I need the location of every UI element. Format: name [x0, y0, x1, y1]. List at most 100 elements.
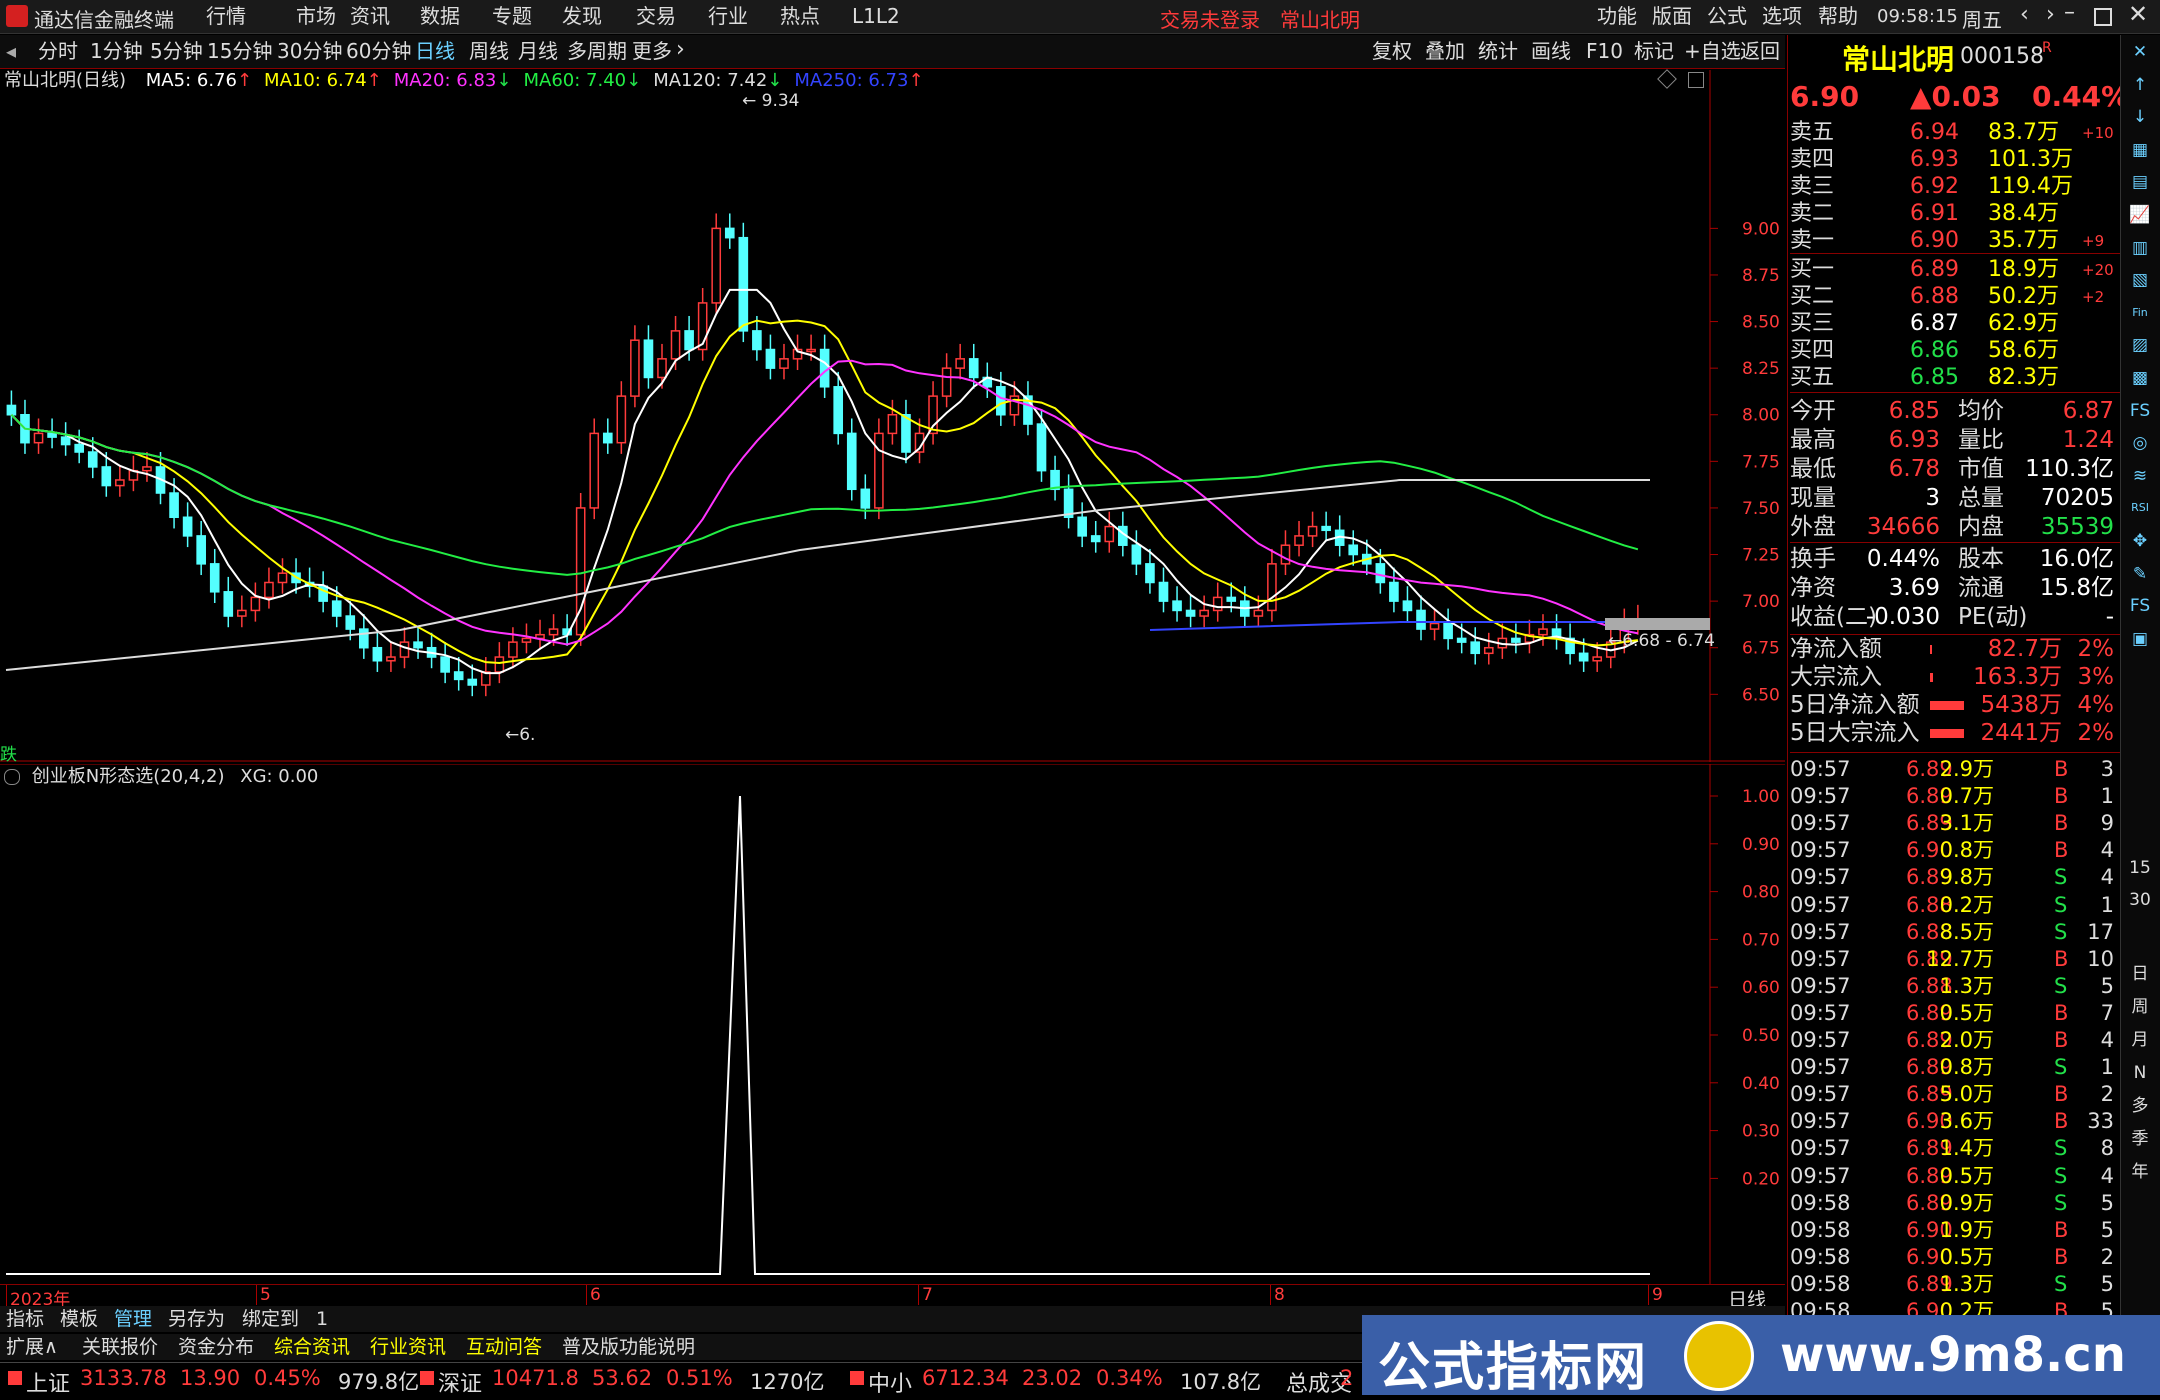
menu-6[interactable]: 交易: [636, 4, 676, 28]
bid-row-1[interactable]: 买二 6.88 50.2万 +2: [1790, 284, 2120, 310]
tick-time: 09:57: [1790, 919, 1851, 944]
right-menu-0[interactable]: 功能: [1597, 4, 1637, 28]
bid-row-2[interactable]: 买三 6.87 62.9万: [1790, 311, 2120, 337]
info-tab-0[interactable]: 扩展∧: [6, 1334, 58, 1360]
period-tab-7[interactable]: 周线: [469, 35, 509, 68]
period-tab-9[interactable]: 多周期: [567, 35, 627, 68]
info-tab-5[interactable]: 互动问答: [466, 1334, 542, 1360]
menu-1[interactable]: 市场: [296, 4, 336, 28]
index-name-2[interactable]: 中小: [868, 1366, 912, 1398]
info-tab-1[interactable]: 关联报价: [82, 1334, 158, 1360]
sidebar-period-3[interactable]: N: [2124, 1059, 2156, 1087]
sidebar-period-2[interactable]: 月: [2124, 1026, 2156, 1054]
period-tab-3[interactable]: 15分钟: [207, 35, 272, 68]
tool-7[interactable]: 返回: [1740, 35, 1780, 68]
indicator-tab-0[interactable]: 指标: [6, 1306, 44, 1332]
sector-icon[interactable]: ▩: [2124, 364, 2156, 392]
maximize-icon[interactable]: [2094, 8, 2112, 26]
info-tab-2[interactable]: 资金分布: [178, 1334, 254, 1360]
up-icon[interactable]: ↑: [2124, 71, 2156, 99]
index-name-1[interactable]: 深证: [438, 1366, 482, 1398]
list-icon[interactable]: ▤: [2124, 168, 2156, 196]
ask-row-1[interactable]: 卖四 6.93 101.3万: [1790, 147, 2120, 173]
tool-3[interactable]: 画线: [1531, 35, 1571, 68]
period-tab-4[interactable]: 30分钟: [277, 35, 342, 68]
menu-2[interactable]: 资讯: [350, 4, 390, 28]
period-tab-10[interactable]: 更多: [632, 35, 672, 68]
tool-4[interactable]: F10: [1586, 35, 1623, 68]
ask-row-0[interactable]: 卖五 6.94 83.7万 +10: [1790, 120, 2120, 146]
rsi-icon[interactable]: RSI: [2124, 494, 2156, 522]
trend-icon[interactable]: 📈: [2124, 201, 2156, 229]
period-tab-1[interactable]: 1分钟: [90, 35, 143, 68]
grid-icon[interactable]: ▦: [2124, 136, 2156, 164]
info-tab-6[interactable]: 普及版功能说明: [562, 1334, 695, 1360]
stat2-value-b: -: [2105, 604, 2114, 630]
ask-row-4[interactable]: 卖一 6.90 35.7万 +9: [1790, 228, 2120, 254]
right-menu-1[interactable]: 版面: [1652, 4, 1692, 28]
finance-icon[interactable]: Fin: [2124, 299, 2156, 327]
bid-row-4[interactable]: 买五 6.85 82.3万: [1790, 365, 2120, 391]
kline-chart[interactable]: 9.00 8.75 8.50 8.25 8.00 7.75 7.50 7.25 7.00 6.75…: [0, 70, 1785, 762]
back-arrow-icon[interactable]: ‹: [2020, 2, 2029, 27]
pen-icon[interactable]: ✎: [2124, 560, 2156, 588]
collapse-icon[interactable]: ◂: [6, 39, 16, 63]
tool-6[interactable]: +自选: [1684, 35, 1741, 68]
menu-3[interactable]: 数据: [420, 4, 460, 28]
right-menu-4[interactable]: 帮助: [1818, 4, 1858, 28]
index-name-0[interactable]: 上证: [26, 1366, 70, 1398]
circle-icon[interactable]: ◎: [2124, 429, 2156, 457]
tool-1[interactable]: 叠加: [1425, 35, 1465, 68]
close-icon[interactable]: ✕: [2124, 38, 2156, 66]
minimize-icon[interactable]: –: [2064, 0, 2075, 25]
indicator-chart[interactable]: 1.00 0.90 0.80 0.70 0.60 0.50 0.40 0.30 0.20: [0, 764, 1785, 1284]
table-icon[interactable]: ▨: [2124, 331, 2156, 359]
box-icon[interactable]: ▣: [2124, 625, 2156, 653]
right-menu-2[interactable]: 公式: [1707, 4, 1747, 28]
menu-0[interactable]: 行情: [206, 4, 246, 28]
indicator-tab-4[interactable]: 绑定到: [242, 1306, 299, 1332]
fs-icon[interactable]: FS: [2124, 592, 2156, 620]
menu-7[interactable]: 行业: [708, 4, 748, 28]
info-tab-4[interactable]: 行业资讯: [370, 1334, 446, 1360]
wave-icon[interactable]: ≋: [2124, 462, 2156, 490]
period-tab-0[interactable]: 分时: [38, 35, 78, 68]
right-menu-3[interactable]: 选项: [1762, 4, 1802, 28]
bars-icon[interactable]: ▥: [2124, 234, 2156, 262]
tool-0[interactable]: 复权: [1372, 35, 1412, 68]
period-tab-8[interactable]: 月线: [518, 35, 558, 68]
indicator-tab-3[interactable]: 另存为: [168, 1306, 225, 1332]
sidebar-period-5[interactable]: 季: [2124, 1125, 2156, 1153]
login-status[interactable]: 交易未登录: [1160, 4, 1260, 33]
down-icon[interactable]: ↓: [2124, 103, 2156, 131]
ask-row-2[interactable]: 卖三 6.92 119.4万: [1790, 174, 2120, 200]
period-tab-6[interactable]: 日线: [415, 35, 455, 68]
forward-arrow-icon[interactable]: ›: [2046, 2, 2055, 27]
sidebar-period-1[interactable]: 周: [2124, 993, 2156, 1021]
indicator-tab-2[interactable]: 管理: [114, 1306, 152, 1332]
menu-8[interactable]: 热点: [780, 4, 820, 28]
f10-icon[interactable]: FS: [2124, 397, 2156, 425]
menu-5[interactable]: 发现: [562, 4, 602, 28]
menu-4[interactable]: 专题: [492, 4, 532, 28]
move-icon[interactable]: ✥: [2124, 527, 2156, 555]
sidebar-period-6[interactable]: 年: [2124, 1158, 2156, 1186]
sidebar-period-0[interactable]: 日: [2124, 960, 2156, 988]
menu-9[interactable]: L1L2: [852, 4, 900, 28]
tool-5[interactable]: 标记: [1634, 35, 1674, 68]
close-icon[interactable]: ✕: [2128, 0, 2148, 28]
bid-row-0[interactable]: 买一 6.89 18.9万 +20: [1790, 257, 2120, 283]
sidebar-num-1[interactable]: 30: [2124, 886, 2156, 914]
sidebar-num-0[interactable]: 15: [2124, 854, 2156, 882]
tool-2[interactable]: 统计: [1478, 35, 1518, 68]
period-tab-5[interactable]: 60分钟: [346, 35, 411, 68]
indicator-tab-1[interactable]: 模板: [60, 1306, 98, 1332]
doc-icon[interactable]: ▧: [2124, 266, 2156, 294]
info-tab-3[interactable]: 综合资讯: [274, 1334, 350, 1360]
indicator-tab-5[interactable]: 1: [316, 1306, 328, 1332]
bid-row-3[interactable]: 买四 6.86 58.6万: [1790, 338, 2120, 364]
candle: [779, 343, 789, 380]
ask-row-3[interactable]: 卖二 6.91 38.4万: [1790, 201, 2120, 227]
period-tab-2[interactable]: 5分钟: [150, 35, 203, 68]
sidebar-period-4[interactable]: 多: [2124, 1092, 2156, 1120]
